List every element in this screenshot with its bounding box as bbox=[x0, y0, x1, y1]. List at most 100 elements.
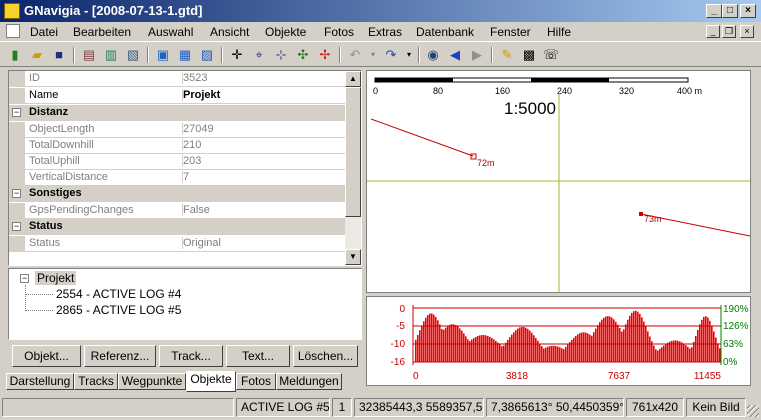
objekt-button[interactable]: Objekt... bbox=[12, 345, 81, 367]
property-row[interactable]: VerticalDistance 7 bbox=[9, 170, 345, 186]
menu-fotos[interactable]: Fotos bbox=[324, 25, 354, 39]
list-icon[interactable]: ▦ bbox=[176, 46, 194, 64]
property-row[interactable]: Status Original bbox=[9, 236, 345, 252]
category-sonstiges[interactable]: − Sonstiges bbox=[9, 186, 345, 202]
track-point[interactable] bbox=[639, 212, 643, 216]
print-icon[interactable]: ▤ bbox=[80, 46, 98, 64]
ruler-icon[interactable]: ✎ bbox=[498, 46, 516, 64]
profile-bar bbox=[649, 336, 651, 362]
profile-bar bbox=[439, 324, 441, 362]
collapse-icon[interactable]: − bbox=[20, 274, 29, 283]
profile-bar bbox=[519, 327, 521, 362]
track-button[interactable]: Track... bbox=[159, 345, 223, 367]
profile-pct-label: 190% bbox=[723, 304, 749, 315]
close-button[interactable]: × bbox=[740, 4, 756, 18]
crosshair-icon[interactable]: ✛ bbox=[228, 46, 246, 64]
collapse-icon[interactable]: − bbox=[12, 108, 21, 117]
table-icon[interactable]: ▨ bbox=[198, 46, 216, 64]
tab-darstellung[interactable]: Darstellung bbox=[6, 373, 74, 390]
profile-bar bbox=[637, 311, 639, 362]
property-row[interactable]: TotalDownhill 210 bbox=[9, 138, 345, 154]
profile-bar bbox=[507, 340, 509, 362]
menu-objekte[interactable]: Objekte bbox=[265, 25, 306, 39]
properties-icon[interactable]: ▣ bbox=[154, 46, 172, 64]
insert-point-icon[interactable]: ✣ bbox=[294, 46, 312, 64]
menu-fenster[interactable]: Fenster bbox=[490, 25, 531, 39]
back-icon[interactable]: ◀ bbox=[446, 46, 464, 64]
collapse-icon[interactable]: − bbox=[12, 189, 21, 198]
profile-bar bbox=[663, 345, 665, 362]
resize-grip[interactable] bbox=[747, 405, 759, 417]
profile-bar bbox=[655, 349, 657, 362]
print-preview-icon[interactable]: ▥ bbox=[102, 46, 120, 64]
menu-bearbeiten[interactable]: Bearbeiten bbox=[73, 25, 131, 39]
toolbar: ▮ ▰ ■ ▤ ▥ ▧ ▣ ▦ ▨ ✛ ⌖ ⊹ ✣ ✢ ↶ ▾ ↷ ▾ ◉ ◀ … bbox=[0, 41, 761, 67]
text-button[interactable]: Text... bbox=[226, 345, 290, 367]
gps-device-icon[interactable]: ☏ bbox=[542, 46, 560, 64]
category-distanz[interactable]: − Distanz bbox=[9, 105, 345, 121]
photo-icon[interactable]: ▩ bbox=[520, 46, 538, 64]
profile-bar bbox=[679, 341, 681, 362]
mdi-minimize-button[interactable]: _ bbox=[706, 25, 720, 38]
select-point-icon[interactable]: ⌖ bbox=[250, 46, 268, 64]
scroll-down-icon[interactable]: ▼ bbox=[345, 249, 361, 265]
referenz-button[interactable]: Referenz... bbox=[84, 345, 156, 367]
delete-point-icon[interactable]: ✢ bbox=[316, 46, 334, 64]
undo-icon[interactable]: ↶ bbox=[346, 46, 364, 64]
property-scrollbar[interactable]: ▲ ▼ bbox=[345, 71, 361, 265]
menu-ansicht[interactable]: Ansicht bbox=[210, 25, 249, 39]
profile-bar bbox=[467, 339, 469, 362]
profile-bar bbox=[639, 313, 641, 362]
tree-item[interactable]: 2554 - ACTIVE LOG #4 bbox=[56, 287, 181, 301]
elevation-profile[interactable]: 0 -5 -10 -16 190% 126% 63% 0% 0 3818 763… bbox=[366, 296, 751, 386]
profile-bar bbox=[479, 335, 481, 362]
maximize-button[interactable]: □ bbox=[722, 4, 738, 18]
redo-icon[interactable]: ↷ bbox=[382, 46, 400, 64]
menu-datei[interactable]: Datei bbox=[30, 25, 58, 39]
profile-bar bbox=[681, 342, 683, 362]
globe-icon[interactable]: ◉ bbox=[424, 46, 442, 64]
profile-bar bbox=[515, 330, 517, 362]
profile-bar bbox=[717, 343, 719, 362]
track-point[interactable] bbox=[470, 153, 477, 160]
track-label: 73m bbox=[644, 214, 662, 224]
scroll-thumb[interactable] bbox=[345, 87, 361, 217]
tab-objekte[interactable]: Objekte bbox=[186, 371, 236, 392]
tab-tracks[interactable]: Tracks bbox=[74, 373, 118, 390]
profile-bar bbox=[719, 348, 721, 362]
forward-icon[interactable]: ▶ bbox=[468, 46, 486, 64]
collapse-icon[interactable]: − bbox=[12, 222, 21, 231]
tab-fotos[interactable]: Fotos bbox=[236, 373, 276, 390]
undo-dropdown-icon[interactable]: ▾ bbox=[364, 46, 382, 64]
export-icon[interactable]: ▧ bbox=[124, 46, 142, 64]
loeschen-button[interactable]: Löschen... bbox=[293, 345, 358, 367]
property-row[interactable]: GpsPendingChanges False bbox=[9, 203, 345, 219]
profile-bar bbox=[573, 337, 575, 362]
new-icon[interactable]: ▮ bbox=[6, 46, 24, 64]
document-icon[interactable] bbox=[6, 24, 20, 38]
track-line[interactable] bbox=[370, 118, 474, 157]
property-row-name[interactable]: Name Projekt bbox=[9, 88, 345, 104]
move-point-icon[interactable]: ⊹ bbox=[272, 46, 290, 64]
open-icon[interactable]: ▰ bbox=[28, 46, 46, 64]
menu-datenbank[interactable]: Datenbank bbox=[416, 25, 474, 39]
mdi-close-button[interactable]: × bbox=[740, 25, 754, 38]
tree-item[interactable]: 2865 - ACTIVE LOG #5 bbox=[56, 303, 181, 317]
scroll-up-icon[interactable]: ▲ bbox=[345, 71, 361, 87]
tab-wegpunkte[interactable]: Wegpunkte bbox=[118, 373, 186, 390]
property-row[interactable]: TotalUphill 203 bbox=[9, 154, 345, 170]
tree-root[interactable]: Projekt bbox=[35, 271, 77, 285]
mdi-restore-button[interactable]: ❐ bbox=[722, 25, 736, 38]
menu-extras[interactable]: Extras bbox=[368, 25, 402, 39]
menu-hilfe[interactable]: Hilfe bbox=[547, 25, 571, 39]
profile-bar bbox=[571, 339, 573, 362]
tab-meldungen[interactable]: Meldungen bbox=[276, 373, 342, 390]
map-view[interactable]: 0 80 160 240 320 400 m 1:5000 72m 73m bbox=[366, 70, 751, 293]
property-row[interactable]: ObjectLength 27049 bbox=[9, 122, 345, 138]
property-row-id[interactable]: ID 3523 bbox=[9, 71, 345, 87]
menu-auswahl[interactable]: Auswahl bbox=[148, 25, 193, 39]
minimize-button[interactable]: _ bbox=[706, 4, 722, 18]
redo-dropdown-icon[interactable]: ▾ bbox=[400, 46, 418, 64]
category-status[interactable]: − Status bbox=[9, 219, 345, 235]
save-icon[interactable]: ■ bbox=[50, 46, 68, 64]
